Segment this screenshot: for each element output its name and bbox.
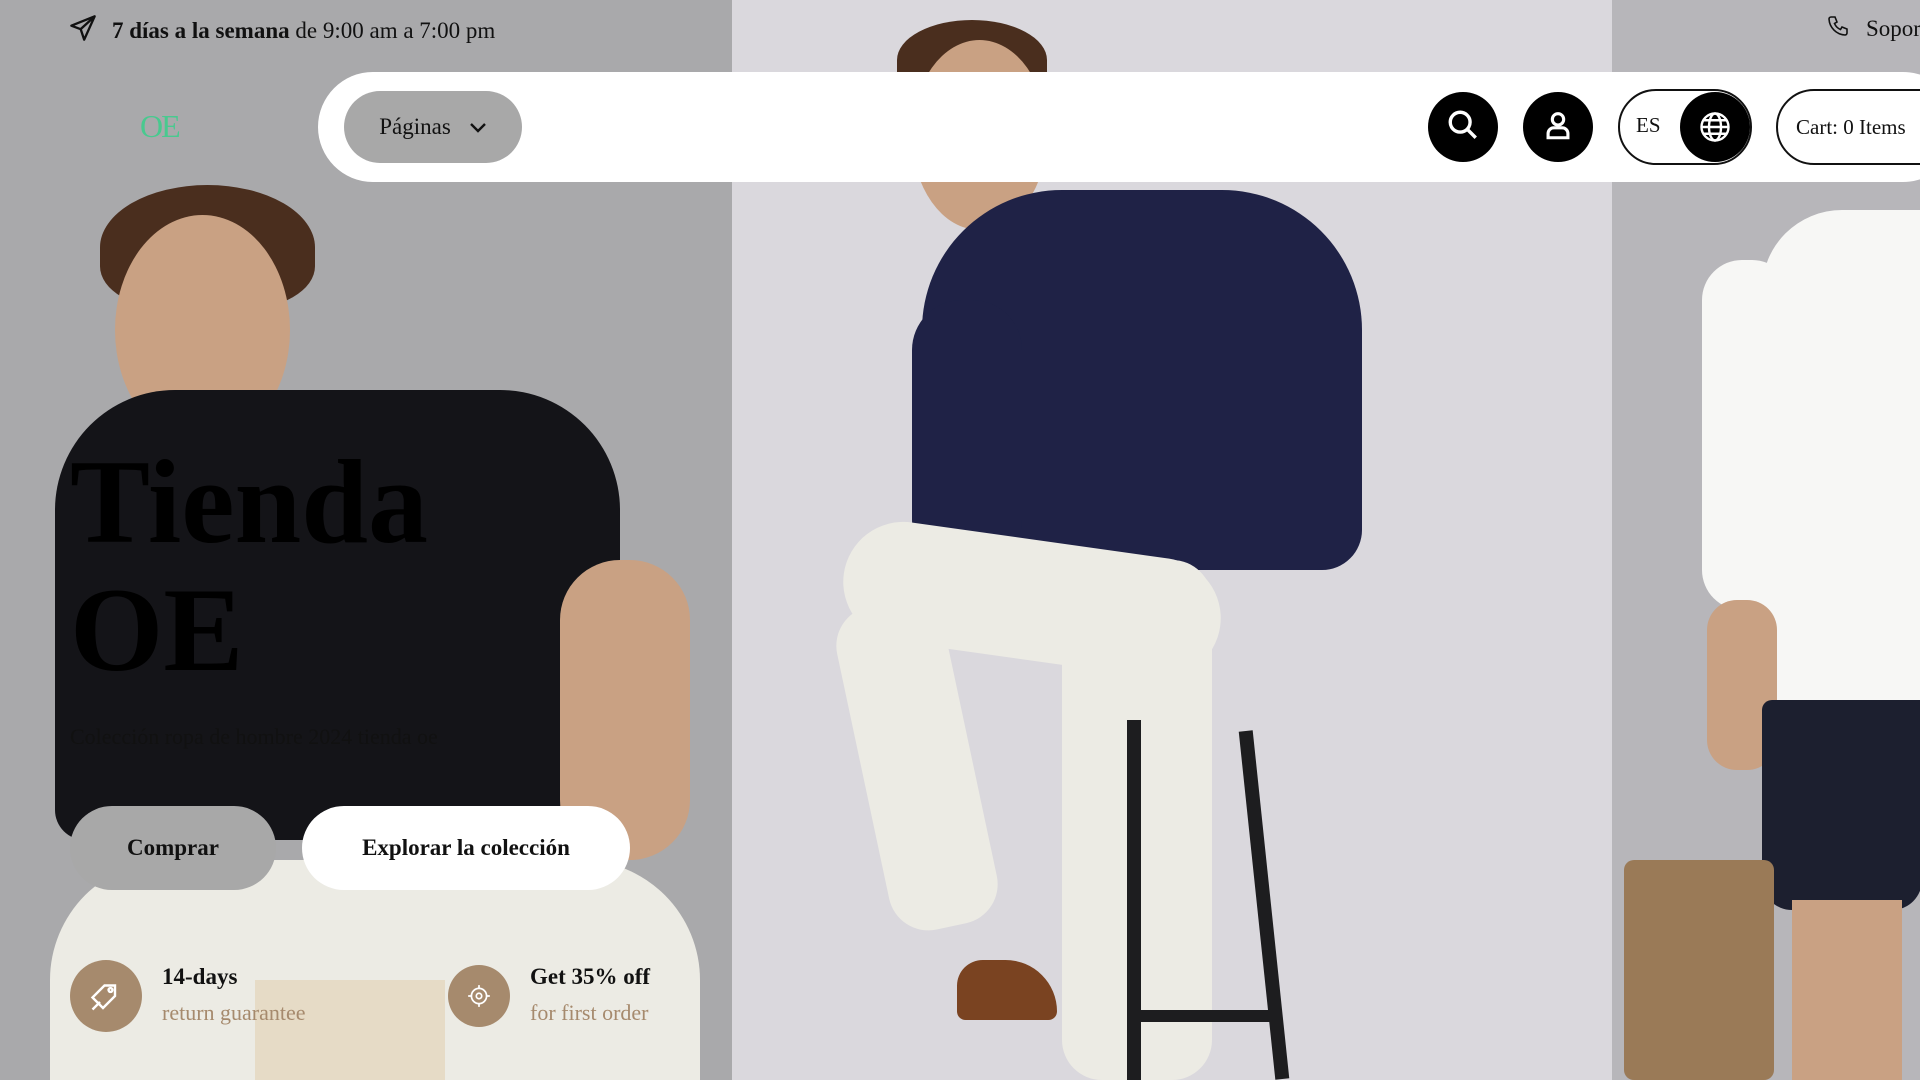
send-icon — [68, 14, 98, 48]
feature-title: 14-days — [162, 964, 238, 989]
stool-leg — [1238, 730, 1290, 1080]
explore-collection-button[interactable]: Explorar la colección — [302, 806, 630, 890]
schedule-days: 7 días a la semana — [112, 18, 290, 43]
account-button[interactable] — [1523, 92, 1593, 162]
phone-icon — [1826, 14, 1850, 44]
schedule-info: 7 días a la semana de 9:00 am a 7:00 pm — [68, 14, 495, 48]
main-navbar: Páginas ES Cart: 0 Items — [318, 72, 1920, 182]
discount-badge-icon — [448, 965, 510, 1027]
model-arm — [1702, 260, 1792, 610]
hero-title-line1: Tienda — [70, 435, 428, 568]
pages-label: Páginas — [379, 114, 451, 139]
pages-dropdown-button[interactable]: Páginas — [344, 91, 522, 163]
shop-button[interactable]: Comprar — [70, 806, 276, 890]
language-code: ES — [1636, 113, 1661, 137]
search-icon — [1446, 108, 1480, 147]
cart-button[interactable]: Cart: 0 Items — [1776, 89, 1920, 165]
chevron-down-icon — [469, 114, 487, 140]
stool-rung — [1132, 1010, 1272, 1022]
globe-icon — [1680, 92, 1750, 162]
schedule-hours: de 9:00 am a 7:00 pm — [295, 18, 496, 43]
return-tag-icon — [70, 960, 142, 1032]
language-selector[interactable]: ES — [1618, 89, 1752, 165]
search-button[interactable] — [1428, 92, 1498, 162]
feature-discount: Get 35% off for first order — [448, 960, 650, 1027]
support-label: Soporte — [1866, 16, 1920, 41]
feature-subtitle: return guarantee — [162, 1000, 306, 1025]
leather-bag — [1624, 860, 1774, 1080]
hero-subtitle: Colección ropa de hombre 2024 tienda oe — [70, 724, 438, 749]
stool-leg — [1127, 720, 1141, 1080]
feature-return-guarantee: 14-days return guarantee — [70, 960, 306, 1032]
model-leg — [1792, 900, 1902, 1080]
cart-label: Cart: 0 Items — [1796, 114, 1906, 139]
model-shoe — [957, 960, 1057, 1020]
support-link[interactable]: Soporte — [1826, 14, 1920, 44]
site-logo[interactable]: OE — [140, 108, 181, 145]
feature-subtitle: for first order — [530, 1000, 649, 1025]
hero-title-line2: OE — [70, 563, 244, 696]
top-info-bar: 7 días a la semana de 9:00 am a 7:00 pm … — [0, 0, 1920, 56]
model-shorts — [1762, 700, 1920, 910]
feature-title: Get 35% off — [530, 964, 651, 989]
hero-title: Tienda OE — [70, 438, 428, 694]
user-icon — [1541, 108, 1575, 147]
